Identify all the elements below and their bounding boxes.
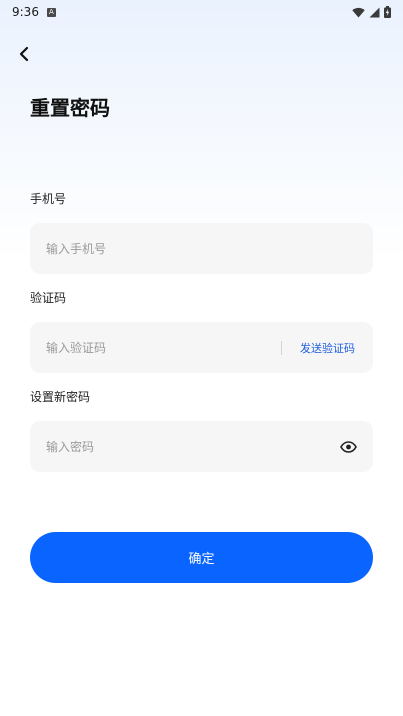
code-label: 验证码 [30,291,67,305]
battery-charging-icon [384,6,391,18]
password-label: 设置新密码 [30,390,91,404]
phone-input[interactable] [46,241,357,256]
page-title: 重置密码 [30,96,110,120]
signal-icon [369,7,380,17]
status-icons [352,6,391,18]
send-code-button[interactable]: 发送验证码 [300,340,355,356]
status-bar: 9:36 A [0,0,403,24]
wifi-icon [352,7,365,17]
eye-icon [339,440,357,453]
confirm-button[interactable]: 确定 [30,532,373,583]
reset-password-screen: 9:36 A 重置密码 手机号 验证码 发送验证码 [0,0,403,716]
notification-app-icon: A [46,7,56,17]
phone-field-box [30,223,373,274]
password-input[interactable] [46,439,339,454]
phone-label: 手机号 [30,192,67,206]
code-field-box: 发送验证码 [30,322,373,373]
code-divider [281,340,282,355]
status-time: 9:36 [12,5,39,19]
toggle-password-visibility-button[interactable] [339,438,357,456]
password-field-box [30,421,373,472]
back-button[interactable] [14,44,34,64]
code-input[interactable] [46,340,281,355]
chevron-left-icon [19,46,29,62]
